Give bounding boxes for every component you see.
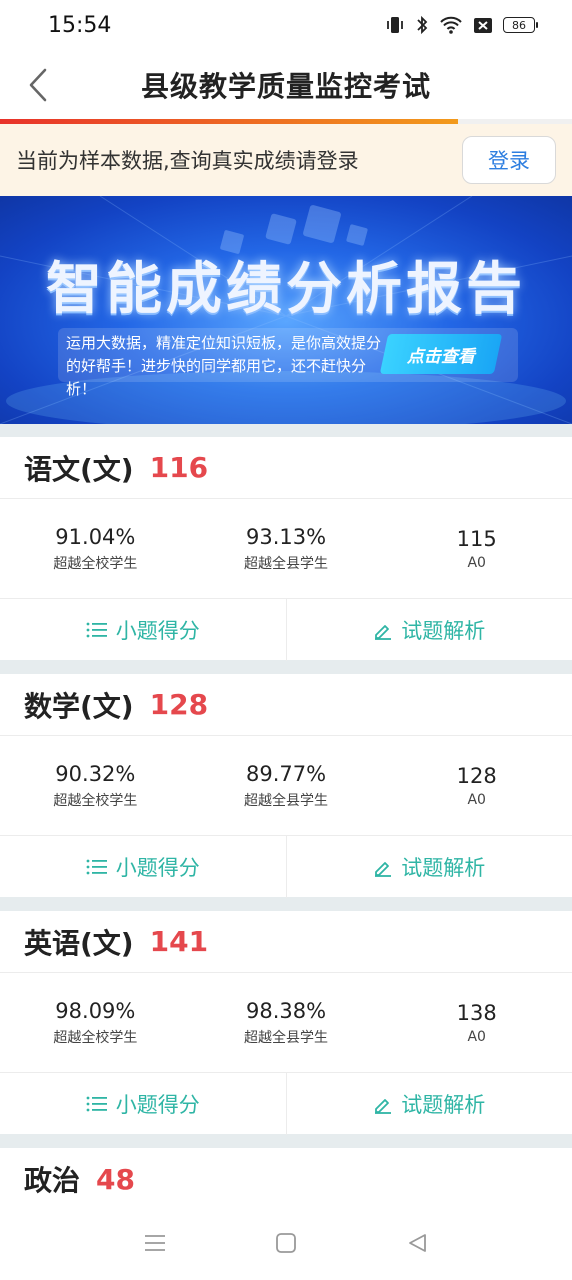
stats-row: 90.32% 超越全校学生 89.77% 超越全县学生 128 A0	[0, 736, 572, 836]
county-rank-stat: 93.13% 超越全县学生	[191, 499, 382, 598]
vibrate-icon	[387, 17, 403, 33]
question-analysis-button[interactable]: 试题解析	[285, 836, 572, 898]
subject-name: 数学(文)	[24, 689, 134, 723]
question-analysis-label: 试题解析	[401, 1093, 486, 1117]
school-percentile: 98.09%	[55, 998, 136, 1023]
actions-row: 小题得分 试题解析	[0, 836, 572, 898]
subject-card: 英语(文) 141 98.09% 超越全校学生 98.38% 超越全县学生 13…	[0, 911, 572, 1135]
grade-value: 138	[456, 1000, 497, 1025]
nav-bar: 县级教学质量监控考试	[0, 50, 572, 120]
grade-level: A0	[467, 554, 486, 571]
grade-stat: 128 A0	[381, 736, 572, 835]
question-analysis-label: 试题解析	[401, 856, 486, 880]
battery-indicator: 86	[503, 17, 538, 33]
question-scores-button[interactable]: 小题得分	[0, 1073, 286, 1135]
analysis-report-banner[interactable]: 智能成绩分析报告 运用大数据，精准定位知识短板，是你高效提分的好帮手！进步快的同…	[0, 196, 572, 424]
grade-value: 128	[456, 763, 497, 788]
school-rank-stat: 91.04% 超越全校学生	[0, 499, 191, 598]
county-label: 超越全县学生	[244, 555, 328, 572]
list-icon	[86, 1096, 107, 1112]
notice-text: 当前为样本数据,查询真实成绩请登录	[16, 149, 359, 173]
subject-score: 48	[96, 1162, 135, 1196]
menu-button[interactable]	[144, 1233, 166, 1257]
status-icons: 86	[385, 15, 538, 35]
status-time: 15:54	[48, 12, 112, 38]
grade-value: 115	[456, 526, 497, 551]
subject-header[interactable]: 英语(文) 141	[0, 911, 572, 973]
home-button[interactable]	[275, 1232, 297, 1258]
subject-score: 128	[149, 688, 209, 721]
county-percentile: 89.77%	[245, 761, 327, 786]
county-rank-stat: 98.38% 超越全县学生	[191, 973, 382, 1072]
subject-name: 政治	[24, 1164, 81, 1197]
county-label: 超越全县学生	[244, 792, 328, 809]
menu-icon	[145, 1235, 166, 1251]
battery-level: 86	[503, 17, 535, 33]
pencil-icon	[375, 625, 392, 640]
stats-row: 91.04% 超越全校学生 93.13% 超越全县学生 115 A0	[0, 499, 572, 599]
grade-level: A0	[467, 791, 486, 808]
bluetooth-icon	[417, 15, 428, 35]
system-nav-bar	[0, 1210, 572, 1280]
banner-cta-label: 点击查看	[407, 346, 475, 367]
subject-header[interactable]: 数学(文) 128	[0, 674, 572, 736]
subject-card: 语文(文) 116 91.04% 超越全校学生 93.13% 超越全县学生 11…	[0, 437, 572, 661]
actions-row: 小题得分 试题解析	[0, 599, 572, 661]
banner-title: 智能成绩分析报告	[46, 257, 526, 322]
grade-stat: 115 A0	[381, 499, 572, 598]
school-percentile: 90.32%	[55, 761, 136, 786]
home-square-icon	[276, 1233, 296, 1253]
actions-row: 小题得分 试题解析	[0, 1073, 572, 1135]
school-rank-stat: 90.32% 超越全校学生	[0, 736, 191, 835]
school-label: 超越全校学生	[53, 555, 138, 572]
question-scores-label: 小题得分	[115, 619, 200, 643]
banner-cta-button[interactable]: 点击查看	[379, 334, 503, 374]
no-sim-icon	[474, 18, 492, 33]
status-bar: 15:54 86	[0, 0, 572, 50]
login-button[interactable]: 登录	[462, 136, 556, 184]
county-percentile: 93.13%	[245, 524, 327, 549]
pencil-icon	[375, 1099, 392, 1114]
subject-name: 英语(文)	[24, 926, 134, 960]
list-icon	[86, 859, 107, 875]
subject-name: 语文(文)	[24, 452, 134, 486]
page-title: 县级教学质量监控考试	[140, 70, 431, 103]
school-rank-stat: 98.09% 超越全校学生	[0, 973, 191, 1072]
school-label: 超越全校学生	[53, 1029, 138, 1046]
county-rank-stat: 89.77% 超越全县学生	[191, 736, 382, 835]
subject-score: 141	[149, 925, 209, 958]
school-percentile: 91.04%	[55, 524, 136, 549]
subject-card: 数学(文) 128 90.32% 超越全校学生 89.77% 超越全县学生 12…	[0, 674, 572, 898]
list-icon	[86, 622, 107, 638]
stats-row: 98.09% 超越全校学生 98.38% 超越全县学生 138 A0	[0, 973, 572, 1073]
wifi-icon	[440, 16, 462, 34]
back-button[interactable]	[18, 62, 58, 108]
subject-score: 116	[149, 451, 209, 484]
county-label: 超越全县学生	[244, 1029, 328, 1046]
question-scores-label: 小题得分	[115, 856, 200, 880]
banner-description: 运用大数据，精准定位知识短板，是你高效提分的好帮手！进步快的同学都用它，还不赶快…	[66, 334, 382, 398]
sample-data-notice: 当前为样本数据,查询真实成绩请登录 登录	[0, 124, 572, 196]
subject-header[interactable]: 语文(文) 116	[0, 437, 572, 499]
chevron-left-icon	[29, 68, 47, 102]
question-analysis-button[interactable]: 试题解析	[285, 1073, 572, 1135]
back-nav-button[interactable]	[406, 1232, 428, 1258]
question-scores-label: 小题得分	[115, 1093, 200, 1117]
back-triangle-icon	[408, 1234, 426, 1252]
subject-header[interactable]: 政治 48	[0, 1148, 572, 1210]
county-percentile: 98.38%	[245, 998, 327, 1023]
question-scores-button[interactable]: 小题得分	[0, 836, 286, 898]
battery-tip	[536, 22, 538, 28]
question-scores-button[interactable]: 小题得分	[0, 599, 286, 661]
school-label: 超越全校学生	[53, 792, 138, 809]
pencil-icon	[375, 862, 392, 877]
grade-stat: 138 A0	[381, 973, 572, 1072]
question-analysis-label: 试题解析	[401, 619, 486, 643]
question-analysis-button[interactable]: 试题解析	[285, 599, 572, 661]
subject-card: 政治 48	[0, 1148, 572, 1210]
grade-level: A0	[467, 1028, 486, 1045]
